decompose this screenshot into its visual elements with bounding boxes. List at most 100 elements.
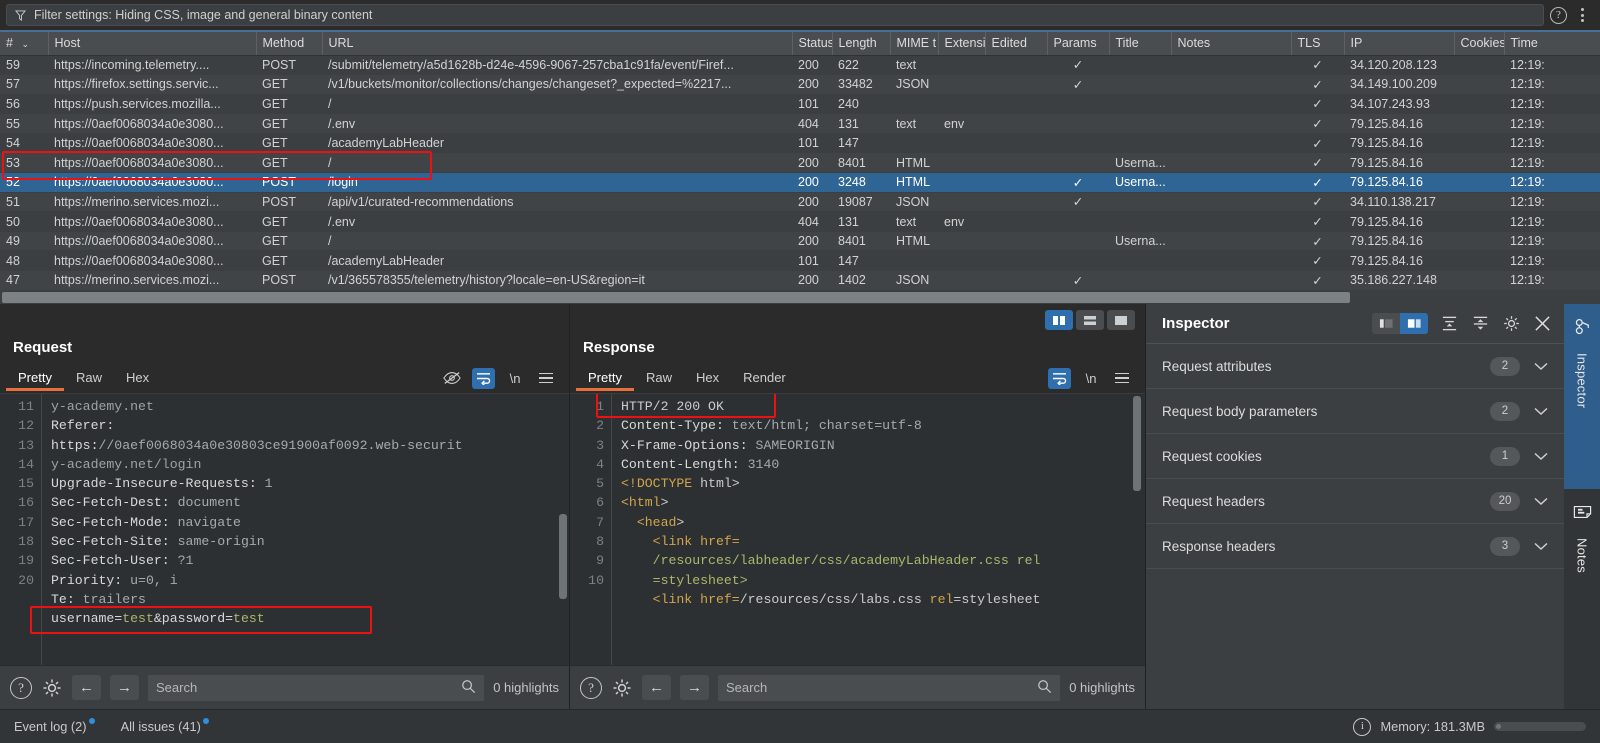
tab-response-raw[interactable]: Raw bbox=[634, 366, 684, 391]
request-search-input[interactable]: Search bbox=[148, 674, 485, 701]
http-history-table[interactable]: # ⌄ Host Method URL Status Length MIME t… bbox=[0, 32, 1600, 304]
info-circle-icon[interactable]: i bbox=[1353, 717, 1372, 736]
filter-settings-button[interactable]: Filter settings: Hiding CSS, image and g… bbox=[6, 4, 1544, 26]
chevron-down-icon[interactable] bbox=[1530, 452, 1552, 461]
cell-mime bbox=[890, 250, 938, 272]
layout-buttons bbox=[1045, 310, 1135, 330]
column-header-url[interactable]: URL bbox=[322, 32, 793, 56]
question-circle-icon[interactable]: ? bbox=[10, 676, 32, 699]
response-vertical-scrollbar[interactable] bbox=[1133, 396, 1141, 491]
status-event-log[interactable]: Event log (2) bbox=[14, 718, 95, 734]
tab-response-render[interactable]: Render bbox=[731, 366, 798, 391]
gear-icon[interactable] bbox=[41, 677, 63, 699]
cell-method: GET bbox=[256, 250, 322, 272]
code-line: X-Frame-Options: SAMEORIGIN bbox=[621, 437, 835, 453]
tab-request-hex[interactable]: Hex bbox=[114, 366, 161, 391]
column-header-params[interactable]: Params bbox=[1047, 32, 1110, 56]
tab-response-hex[interactable]: Hex bbox=[684, 366, 731, 391]
column-header-edited[interactable]: Edited bbox=[985, 32, 1048, 56]
tab-request-pretty[interactable]: Pretty bbox=[6, 366, 64, 391]
table-row[interactable]: 54 https://0aef0068034a0e3080... GET/acade… bbox=[0, 133, 1600, 154]
vertical-split-icon[interactable] bbox=[1045, 310, 1073, 330]
collapse-all-icon[interactable] bbox=[1470, 314, 1490, 334]
horizontal-split-icon[interactable] bbox=[1076, 310, 1104, 330]
inspector-section-row[interactable]: Request body parameters 2 bbox=[1146, 389, 1564, 434]
column-header-notes[interactable]: Notes bbox=[1171, 32, 1292, 56]
column-header-host[interactable]: Host bbox=[48, 32, 257, 56]
column-header-time[interactable]: Time bbox=[1504, 32, 1600, 56]
pane-left-icon[interactable] bbox=[1372, 313, 1400, 334]
column-header-method[interactable]: Method bbox=[256, 32, 323, 56]
arrow-left-icon[interactable]: ← bbox=[72, 675, 101, 700]
table-row[interactable]: 48 https://0aef0068034a0e3080... GET/acade… bbox=[0, 250, 1600, 272]
table-row[interactable]: 52 https://0aef0068034a0e3080... POST/logi… bbox=[0, 172, 1600, 193]
gear-icon[interactable] bbox=[611, 677, 633, 699]
table-row[interactable]: 57 https://firefox.settings.servic... GET /… bbox=[0, 74, 1600, 95]
table-row[interactable]: 55 https://0aef0068034a0e3080... GET/.env 4… bbox=[0, 113, 1600, 134]
eye-slash-icon[interactable] bbox=[441, 368, 463, 388]
newline-icon[interactable]: \n bbox=[504, 368, 526, 388]
vertical-tab-notes[interactable]: Notes bbox=[1564, 489, 1600, 674]
column-header-status[interactable]: Status bbox=[792, 32, 833, 56]
column-header-ip[interactable]: IP bbox=[1344, 32, 1455, 56]
vertical-tab-inspector[interactable]: Inspector bbox=[1564, 304, 1600, 489]
hamburger-menu-icon[interactable] bbox=[535, 368, 557, 388]
question-circle-icon[interactable]: ? bbox=[1550, 6, 1567, 24]
scrollbar-thumb[interactable] bbox=[2, 292, 1350, 303]
question-circle-icon[interactable]: ? bbox=[580, 676, 602, 699]
arrow-right-icon[interactable]: → bbox=[110, 675, 139, 700]
inspector-section-label: Request cookies bbox=[1162, 448, 1262, 464]
table-row[interactable]: 59 https://incoming.telemetry.... POST/sub… bbox=[0, 55, 1600, 76]
inspector-section-row[interactable]: Request cookies 1 bbox=[1146, 434, 1564, 479]
table-horizontal-scrollbar[interactable] bbox=[0, 291, 1600, 304]
table-row[interactable]: 50 https://0aef0068034a0e3080... GET/.env 4… bbox=[0, 211, 1600, 232]
chevron-down-icon[interactable] bbox=[1530, 542, 1552, 551]
request-content[interactable]: y-academy.net Referer: https://0aef0068034… bbox=[42, 394, 569, 665]
gear-icon[interactable] bbox=[1501, 314, 1521, 334]
column-header-cookies[interactable]: Cookies bbox=[1454, 32, 1505, 56]
table-row[interactable]: 51 https://merino.services.mozi... POST/ap… bbox=[0, 192, 1600, 213]
chevron-down-icon[interactable] bbox=[1530, 407, 1552, 416]
request-editor[interactable]: 11 12 13 14 15 16 17 18 19 20 y-academy.net Refere… bbox=[0, 393, 569, 665]
cell-length: 147 bbox=[832, 250, 890, 272]
newline-icon[interactable]: \n bbox=[1080, 368, 1102, 388]
column-header-tls[interactable]: TLS bbox=[1291, 32, 1345, 56]
arrow-right-icon[interactable]: → bbox=[680, 675, 709, 700]
column-header-mime[interactable]: MIME t bbox=[890, 32, 939, 56]
request-vertical-scrollbar[interactable] bbox=[559, 514, 567, 599]
arrow-left-icon[interactable]: ← bbox=[642, 675, 671, 700]
funnel-icon bbox=[14, 9, 27, 21]
status-all-issues[interactable]: All issues (41) bbox=[121, 718, 209, 734]
cell-method: GET bbox=[256, 94, 322, 115]
expand-all-icon[interactable] bbox=[1439, 314, 1459, 334]
table-row[interactable]: 56 https://push.services.mozilla... GET/10… bbox=[0, 94, 1600, 115]
table-row[interactable]: 53 https://0aef0068034a0e3080... GET/200 84… bbox=[0, 152, 1600, 174]
inspector-section-row[interactable]: Request attributes 2 bbox=[1146, 344, 1564, 389]
table-row[interactable]: 47 https://merino.services.mozi... POST/v1… bbox=[0, 270, 1600, 291]
table-row[interactable]: 49 https://0aef0068034a0e3080... GET/200 84… bbox=[0, 231, 1600, 252]
kebab-menu-icon[interactable] bbox=[1577, 6, 1588, 24]
inspector-section-row[interactable]: Response headers 3 bbox=[1146, 524, 1564, 569]
cell-mime: text bbox=[890, 55, 938, 76]
inspector-section-row[interactable]: Request headers 20 bbox=[1146, 479, 1564, 524]
chevron-down-icon[interactable] bbox=[1530, 362, 1552, 371]
word-wrap-icon[interactable] bbox=[1048, 367, 1071, 389]
cell-edited bbox=[985, 152, 1047, 174]
hamburger-menu-icon[interactable] bbox=[1111, 368, 1133, 388]
tab-request-raw[interactable]: Raw bbox=[64, 366, 114, 391]
single-pane-icon[interactable] bbox=[1107, 310, 1135, 330]
tab-response-pretty[interactable]: Pretty bbox=[576, 366, 634, 391]
column-header-length[interactable]: Length bbox=[832, 32, 891, 56]
response-content[interactable]: HTTP/2 200 OK Content-Type: text/html; ch… bbox=[612, 394, 1145, 665]
column-header-title[interactable]: Title bbox=[1109, 32, 1172, 56]
chevron-down-icon[interactable] bbox=[1530, 497, 1552, 506]
word-wrap-icon[interactable] bbox=[472, 367, 495, 389]
close-icon[interactable] bbox=[1532, 314, 1552, 334]
column-header-extension[interactable]: Extensi bbox=[938, 32, 986, 56]
column-header-num[interactable]: # ⌄ bbox=[0, 32, 49, 56]
response-search-input[interactable]: Search bbox=[718, 674, 1061, 701]
response-editor[interactable]: 1 2 3 4 5 6 7 8 9 10 HTTP/2 200 OK Content-Type: t… bbox=[570, 393, 1145, 665]
cell-time: 12:19: bbox=[1504, 211, 1600, 232]
pane-right-icon[interactable] bbox=[1400, 313, 1428, 334]
cell-mime bbox=[890, 133, 938, 154]
